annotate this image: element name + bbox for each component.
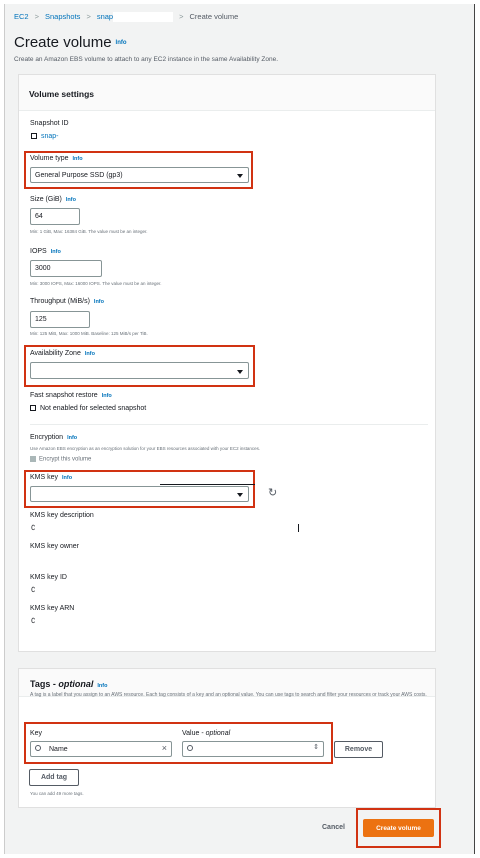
encryption-hint: Use Amazon EBS encryption as an encrypti… <box>30 446 261 451</box>
breadcrumb: EC2 > Snapshots > snap > Create volume <box>14 12 239 23</box>
chevron-right-icon: > <box>179 12 184 21</box>
create-volume-button[interactable]: Create volume <box>363 819 434 837</box>
tag-key-input[interactable]: Name × <box>30 741 172 757</box>
search-icon <box>187 745 193 751</box>
divider <box>160 484 255 485</box>
kms-key-select[interactable] <box>30 486 249 502</box>
info-link[interactable]: Info <box>85 351 95 357</box>
caret-down-icon <box>237 493 243 497</box>
size-label: Size (GiB) Info <box>30 196 76 203</box>
clear-icon[interactable]: × <box>162 743 167 753</box>
info-link[interactable]: Info <box>73 156 83 162</box>
tags-description: A tag is a label that you assign to an A… <box>30 692 427 698</box>
cancel-button[interactable]: Cancel <box>322 824 345 831</box>
iops-input[interactable]: 3000 <box>30 260 102 277</box>
tag-value-label: Value - optional <box>182 730 231 737</box>
breadcrumb-ec2[interactable]: EC2 <box>14 12 29 21</box>
kms-id-label: KMS key ID <box>30 574 67 581</box>
snapshot-id-label: Snapshot ID <box>30 120 69 127</box>
chevron-right-icon: > <box>34 12 39 21</box>
kms-key-label: KMS key Info <box>30 474 73 481</box>
tags-title: Tags - optional Info <box>30 679 108 689</box>
copy-icon[interactable] <box>31 133 37 140</box>
refresh-icon[interactable]: ↻ <box>268 486 277 499</box>
breadcrumb-snapshot[interactable]: snap <box>97 12 113 21</box>
throughput-label: Throughput (MiB/s) Info <box>30 298 105 305</box>
caret-down-icon <box>237 174 243 178</box>
throughput-hint: Min: 125 MiB, Max: 1000 MiB. Baseline: 1… <box>30 331 148 336</box>
snapshot-id-value[interactable]: snap- <box>31 133 59 140</box>
stepper-icon[interactable]: ⇕ <box>313 743 319 751</box>
encrypt-checkbox-row[interactable]: Encrypt this volume <box>30 456 91 463</box>
remove-tag-button[interactable]: Remove <box>334 741 383 758</box>
tags-remaining-hint: You can add 49 more tags. <box>30 791 84 796</box>
text-cursor <box>298 524 299 532</box>
info-link[interactable]: Info <box>116 40 127 46</box>
tag-value-input[interactable]: ⇕ <box>182 741 324 757</box>
info-link[interactable]: Info <box>66 197 76 203</box>
encryption-label: Encryption Info <box>30 434 78 441</box>
page-title: Create volume Info <box>14 34 127 51</box>
kms-description-loading-icon: ∁ <box>31 525 36 532</box>
availability-zone-select[interactable] <box>30 362 249 379</box>
fsr-label: Fast snapshot restore Info <box>30 392 112 399</box>
page-description: Create an Amazon EBS volume to attach to… <box>14 56 278 63</box>
kms-description-label: KMS key description <box>30 512 94 519</box>
info-link[interactable]: Info <box>102 393 112 399</box>
kms-arn-label: KMS key ARN <box>30 605 75 612</box>
panel-title: Volume settings <box>29 89 95 99</box>
iops-label: IOPS Info <box>30 248 61 255</box>
size-hint: Min: 1 GiB, Max: 16384 GiB. The value mu… <box>30 229 148 234</box>
caret-down-icon <box>237 369 243 374</box>
info-link[interactable]: Info <box>62 475 72 481</box>
divider <box>30 424 428 425</box>
breadcrumb-snapshots[interactable]: Snapshots <box>45 12 80 21</box>
volume-type-label: Volume type Info <box>30 155 83 162</box>
add-tag-button[interactable]: Add tag <box>29 769 79 786</box>
chevron-right-icon: > <box>86 12 91 21</box>
kms-owner-label: KMS key owner <box>30 543 80 550</box>
fsr-value: Not enabled for selected snapshot <box>30 405 146 412</box>
status-stopped-icon <box>30 405 36 412</box>
volume-type-select[interactable]: General Purpose SSD (gp3) <box>30 167 249 183</box>
availability-zone-label: Availability Zone Info <box>30 350 95 357</box>
size-input[interactable]: 64 <box>30 208 80 225</box>
breadcrumb-current: Create volume <box>189 12 239 21</box>
redacted-block <box>113 12 174 23</box>
search-icon <box>35 745 41 751</box>
panel-header: Volume settings <box>19 75 435 111</box>
iops-hint: Min: 3000 IOPS, Max: 16000 IOPS. The val… <box>30 281 162 286</box>
checkbox[interactable] <box>30 456 36 462</box>
kms-id-loading-icon: ∁ <box>31 587 36 594</box>
info-link[interactable]: Info <box>67 435 77 441</box>
tag-key-label: Key <box>30 730 43 737</box>
info-link[interactable]: Info <box>94 299 104 305</box>
kms-arn-loading-icon: ∁ <box>31 618 36 625</box>
info-link[interactable]: Info <box>51 249 61 255</box>
info-link[interactable]: Info <box>97 683 107 689</box>
throughput-input[interactable]: 125 <box>30 311 90 328</box>
